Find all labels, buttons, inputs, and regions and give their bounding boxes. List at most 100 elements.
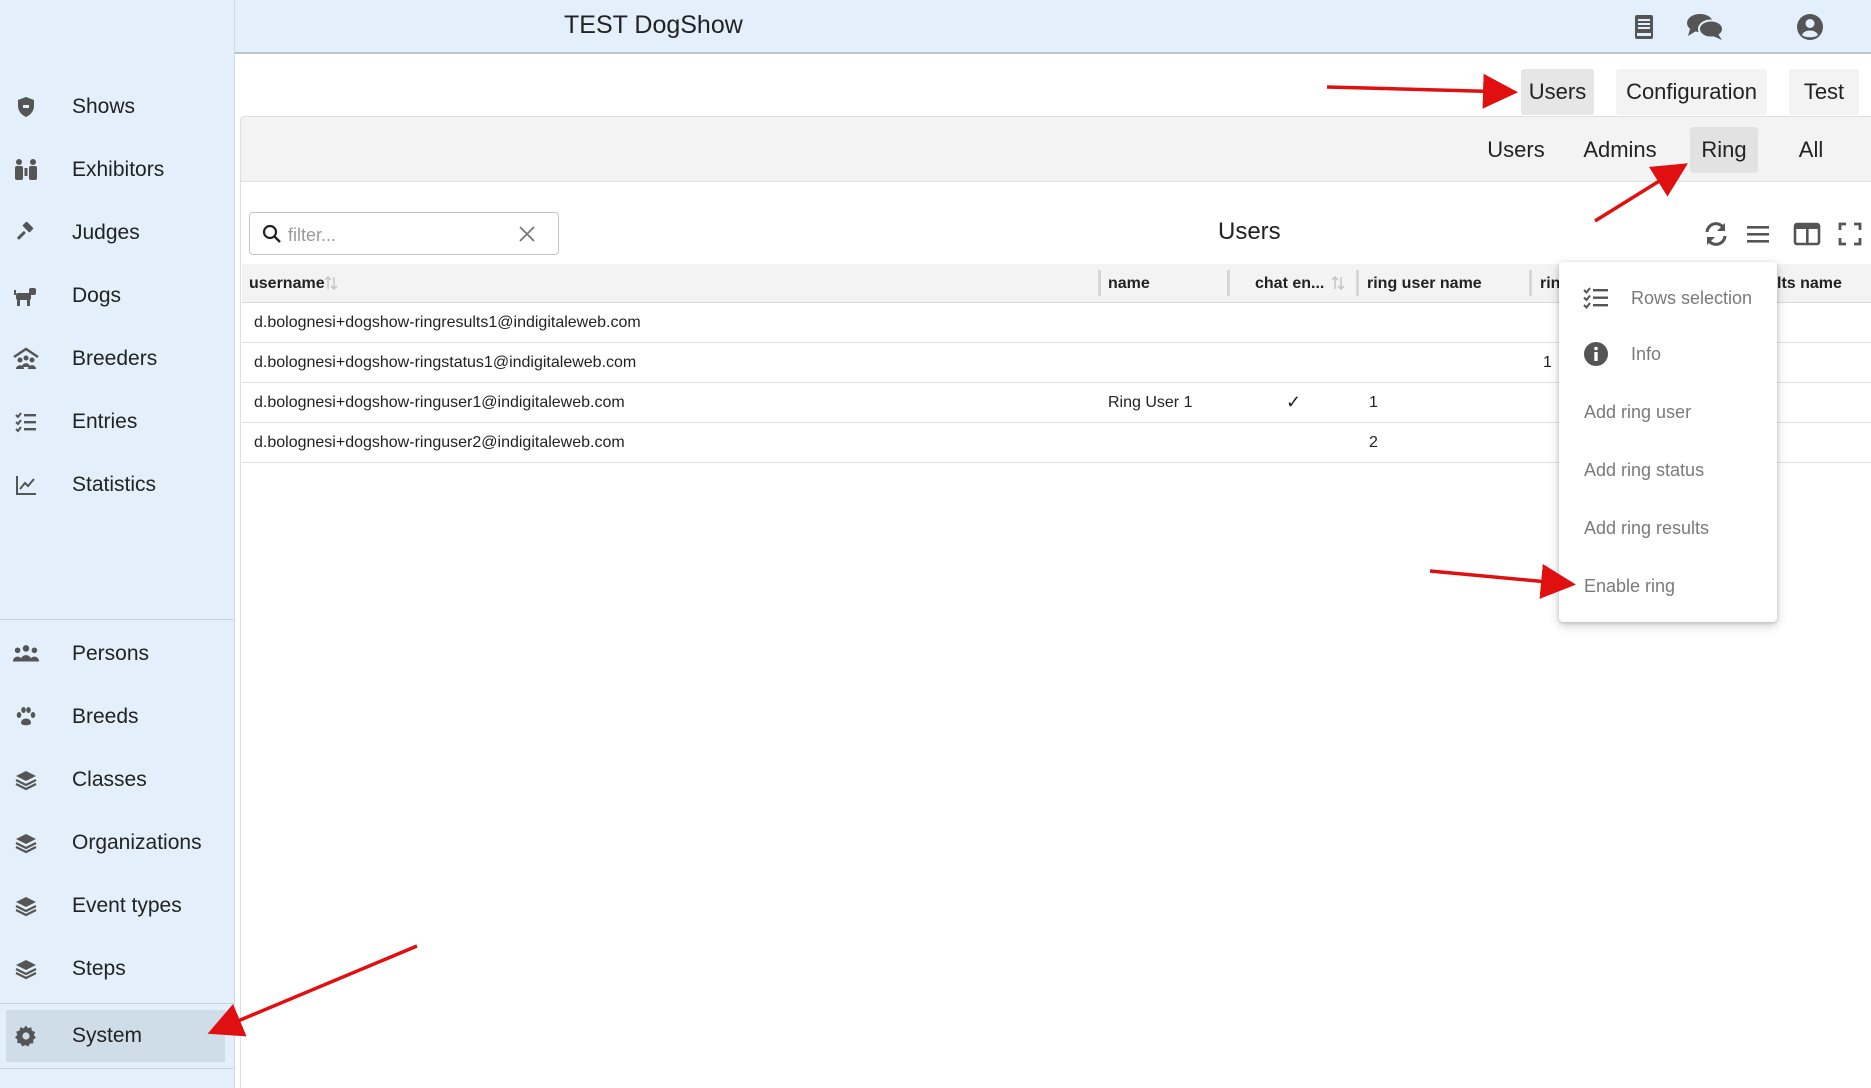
menu-item-add-ring-user[interactable]: Add ring user [1559, 389, 1777, 433]
paw-icon [12, 703, 40, 731]
subtab-admins[interactable]: Admins [1574, 127, 1666, 173]
arrow-to-enable-ring [1429, 563, 1576, 599]
filter-field[interactable] [249, 212, 559, 255]
content-border [240, 182, 241, 1088]
chat-icon[interactable] [1684, 12, 1726, 42]
tab-configuration[interactable]: Configuration [1616, 69, 1767, 115]
sidebar-item-dogs[interactable]: Dogs [0, 268, 235, 324]
shield-icon [12, 93, 40, 121]
sidebar-item-label: System [72, 1024, 143, 1047]
cell-username: d.bolognesi+dogshow-ringuser1@indigitale… [254, 394, 625, 411]
refresh-icon[interactable] [1701, 219, 1731, 249]
sidebar-item-label: Classes [72, 768, 147, 791]
sidebar-divider [0, 619, 235, 620]
column-divider[interactable] [1227, 270, 1230, 296]
cell-ring-user-name: 2 [1369, 434, 1378, 451]
layers-icon [12, 892, 40, 920]
tab-users[interactable]: Users [1521, 69, 1594, 115]
column-header-name[interactable]: name [1108, 275, 1150, 293]
group-icon [12, 640, 40, 668]
sidebar-item-label: Entries [72, 410, 138, 433]
table-actions-menu: Rows selection Info Add ring user Add ri… [1559, 262, 1777, 622]
sidebar-item-breeds[interactable]: Breeds [0, 689, 235, 745]
sidebar-item-judges[interactable]: Judges [0, 205, 235, 261]
menu-item-label: Rows selection [1631, 288, 1753, 308]
cell-name: Ring User 1 [1108, 394, 1193, 411]
fullscreen-icon[interactable] [1835, 219, 1865, 249]
columns-icon[interactable] [1792, 219, 1822, 249]
sort-icon[interactable] [1331, 275, 1345, 296]
sidebar-item-label: Steps [72, 957, 126, 980]
sidebar: Shows Exhibitors Judges Dogs Breeders En… [0, 0, 235, 1088]
sidebar-item-entries[interactable]: Entries [0, 394, 235, 450]
sidebar-item-label: Breeds [72, 705, 139, 728]
sidebar-item-shows[interactable]: Shows [0, 79, 235, 135]
column-divider[interactable] [1356, 270, 1359, 296]
gear-icon [12, 1022, 40, 1050]
menu-item-label: Add ring user [1584, 402, 1692, 422]
menu-item-enable-ring[interactable]: Enable ring [1559, 563, 1777, 607]
sidebar-divider [0, 1068, 235, 1069]
sidebar-item-label: Exhibitors [72, 158, 165, 181]
subtab-users[interactable]: Users [1476, 127, 1556, 173]
chart-line-icon [12, 471, 40, 499]
app-title: TEST DogShow [564, 11, 743, 39]
menu-item-label: Info [1631, 344, 1662, 364]
sidebar-item-classes[interactable]: Classes [0, 752, 235, 808]
menu-item-rows-selection[interactable]: Rows selection [1559, 275, 1777, 319]
column-header-chat-enabled[interactable]: chat en... [1255, 275, 1324, 293]
menu-item-add-ring-status[interactable]: Add ring status [1559, 447, 1777, 491]
sidebar-item-statistics[interactable]: Statistics [0, 457, 235, 513]
subtab-all[interactable]: All [1780, 127, 1842, 173]
filter-input[interactable] [286, 221, 510, 249]
column-header-username[interactable]: username [249, 275, 325, 293]
sidebar-item-label: Persons [72, 642, 150, 665]
menu-item-info[interactable]: Info [1559, 331, 1777, 375]
column-header-results-name[interactable]: lts name [1777, 275, 1842, 293]
menu-item-label: Enable ring [1584, 576, 1676, 596]
breeders-icon [12, 345, 40, 373]
menu-item-label: Add ring results [1584, 518, 1710, 538]
sidebar-item-breeders[interactable]: Breeders [0, 331, 235, 387]
close-icon[interactable] [518, 225, 536, 248]
sidebar-item-label: Breeders [72, 347, 158, 370]
sidebar-item-steps[interactable]: Steps [0, 941, 235, 997]
sidebar-item-exhibitors[interactable]: Exhibitors [0, 142, 235, 198]
arrow-to-users-tab [1326, 73, 1518, 109]
sidebar-item-persons[interactable]: Persons [0, 626, 235, 682]
sidebar-item-label: Shows [72, 95, 136, 118]
arrow-to-system [207, 944, 418, 1037]
gavel-icon [12, 219, 40, 247]
checklist-icon [1583, 285, 1609, 311]
tab-test[interactable]: Test [1789, 69, 1859, 115]
column-header-ring[interactable]: rin [1540, 275, 1560, 293]
column-divider[interactable] [1098, 270, 1101, 296]
sidebar-item-event-types[interactable]: Event types [0, 878, 235, 934]
checklist-icon [12, 408, 40, 436]
account-icon[interactable] [1795, 12, 1825, 42]
table-title: Users [1218, 218, 1281, 245]
sidebar-item-organizations[interactable]: Organizations [0, 815, 235, 871]
app-header: TEST DogShow [235, 0, 1871, 54]
sidebar-item-label: Organizations [72, 831, 202, 854]
cell-ring: 1 [1543, 354, 1552, 371]
search-icon [262, 224, 282, 249]
menu-item-add-ring-results[interactable]: Add ring results [1559, 505, 1777, 549]
sidebar-item-system[interactable]: System [6, 1010, 225, 1062]
cell-username: d.bolognesi+dogshow-ringuser2@indigitale… [254, 434, 625, 451]
book-icon[interactable] [1629, 12, 1659, 42]
dog-icon [12, 282, 40, 310]
cell-username: d.bolognesi+dogshow-ringstatus1@indigita… [254, 354, 637, 371]
sidebar-item-label: Event types [72, 894, 182, 917]
subtab-ring[interactable]: Ring [1690, 127, 1758, 173]
layers-icon [12, 829, 40, 857]
sidebar-item-label: Dogs [72, 284, 122, 307]
layers-icon [12, 766, 40, 794]
menu-icon[interactable] [1743, 219, 1773, 249]
sort-icon[interactable] [324, 275, 338, 296]
menu-item-label: Add ring status [1584, 460, 1705, 480]
column-header-ring-user-name[interactable]: ring user name [1367, 275, 1482, 293]
column-divider[interactable] [1529, 270, 1532, 296]
info-icon [1583, 341, 1609, 367]
cell-username: d.bolognesi+dogshow-ringresults1@indigit… [254, 314, 641, 331]
